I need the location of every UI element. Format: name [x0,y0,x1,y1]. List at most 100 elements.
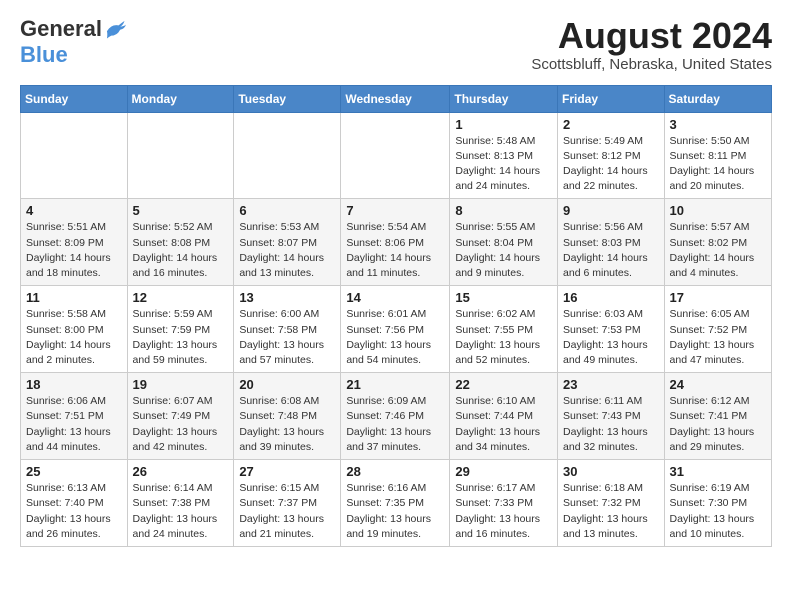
weekday-header-cell: Tuesday [234,85,341,112]
day-number: 21 [346,377,444,392]
calendar-day-cell: 30 Sunrise: 6:18 AMSunset: 7:32 PMDayligh… [558,460,665,547]
day-info: Sunrise: 6:16 AMSunset: 7:35 PMDaylight:… [346,481,444,542]
calendar-day-cell: 15 Sunrise: 6:02 AMSunset: 7:55 PMDayligh… [450,286,558,373]
calendar-day-cell: 5Sunrise: 5:52 AMSunset: 8:08 PMDaylight… [127,199,234,286]
day-info: Sunrise: 6:14 AMSunset: 7:38 PMDaylight:… [133,481,229,542]
day-number: 6 [239,203,335,218]
day-info: Sunrise: 6:02 AMSunset: 7:55 PMDaylight:… [455,307,552,368]
day-info: Sunrise: 5:51 AMSunset: 8:09 PMDaylight:… [26,220,122,281]
calendar-day-cell: 8 Sunrise: 5:55 AMSunset: 8:04 PMDaylight… [450,199,558,286]
day-info: Sunrise: 6:12 AMSunset: 7:41 PMDaylight:… [670,394,766,455]
day-info: Sunrise: 5:57 AMSunset: 8:02 PMDaylight:… [670,220,766,281]
day-number: 23 [563,377,659,392]
calendar-day-cell: 27 Sunrise: 6:15 AMSunset: 7:37 PMDayligh… [234,460,341,547]
calendar-day-cell: 20 Sunrise: 6:08 AMSunset: 7:48 PMDayligh… [234,373,341,460]
calendar-day-cell [341,112,450,199]
day-number: 2 [563,117,659,132]
calendar-day-cell: 26 Sunrise: 6:14 AMSunset: 7:38 PMDayligh… [127,460,234,547]
day-number: 27 [239,464,335,479]
calendar-day-cell: 29 Sunrise: 6:17 AMSunset: 7:33 PMDayligh… [450,460,558,547]
day-number: 16 [563,290,659,305]
calendar-day-cell: 28 Sunrise: 6:16 AMSunset: 7:35 PMDayligh… [341,460,450,547]
day-number: 15 [455,290,552,305]
day-info: Sunrise: 5:56 AMSunset: 8:03 PMDaylight:… [563,220,659,281]
calendar-day-cell: 21 Sunrise: 6:09 AMSunset: 7:46 PMDayligh… [341,373,450,460]
day-number: 17 [670,290,766,305]
calendar-day-cell: 6 Sunrise: 5:53 AMSunset: 8:07 PMDaylight… [234,199,341,286]
calendar-week-row: 11 Sunrise: 5:58 AMSunset: 8:00 PMDayligh… [21,286,772,373]
day-info: Sunrise: 5:48 AMSunset: 8:13 PMDaylight:… [455,134,552,195]
calendar-day-cell: 23 Sunrise: 6:11 AMSunset: 7:43 PMDayligh… [558,373,665,460]
weekday-header-cell: Friday [558,85,665,112]
day-number: 30 [563,464,659,479]
day-info: Sunrise: 6:11 AMSunset: 7:43 PMDaylight:… [563,394,659,455]
calendar-day-cell: 9 Sunrise: 5:56 AMSunset: 8:03 PMDaylight… [558,199,665,286]
day-info: Sunrise: 6:17 AMSunset: 7:33 PMDaylight:… [455,481,552,542]
day-info: Sunrise: 6:07 AMSunset: 7:49 PMDaylight:… [133,394,229,455]
calendar-week-row: 25 Sunrise: 6:13 AMSunset: 7:40 PMDayligh… [21,460,772,547]
day-info: Sunrise: 6:09 AMSunset: 7:46 PMDaylight:… [346,394,444,455]
logo: General Blue [20,16,126,68]
day-number: 10 [670,203,766,218]
day-number: 29 [455,464,552,479]
header: General Blue August 2024 Scottsbluff, Ne… [20,16,772,73]
day-info: Sunrise: 6:00 AMSunset: 7:58 PMDaylight:… [239,307,335,368]
day-number: 22 [455,377,552,392]
day-number: 13 [239,290,335,305]
weekday-header-cell: Wednesday [341,85,450,112]
calendar-day-cell: 31Sunrise: 6:19 AMSunset: 7:30 PMDayligh… [664,460,771,547]
weekday-header-cell: Monday [127,85,234,112]
title-area: August 2024 Scottsbluff, Nebraska, Unite… [531,16,772,73]
day-number: 28 [346,464,444,479]
day-number: 8 [455,203,552,218]
day-info: Sunrise: 6:01 AMSunset: 7:56 PMDaylight:… [346,307,444,368]
calendar-day-cell [127,112,234,199]
day-info: Sunrise: 5:49 AMSunset: 8:12 PMDaylight:… [563,134,659,195]
day-info: Sunrise: 5:59 AMSunset: 7:59 PMDaylight:… [133,307,229,368]
calendar-day-cell [234,112,341,199]
calendar-week-row: 18Sunrise: 6:06 AMSunset: 7:51 PMDayligh… [21,373,772,460]
day-info: Sunrise: 5:50 AMSunset: 8:11 PMDaylight:… [670,134,766,195]
calendar-day-cell: 11 Sunrise: 5:58 AMSunset: 8:00 PMDayligh… [21,286,128,373]
logo-blue-text: Blue [20,42,68,68]
weekday-header-row: SundayMondayTuesdayWednesdayThursdayFrid… [21,85,772,112]
day-number: 5 [133,203,229,218]
calendar-day-cell: 12 Sunrise: 5:59 AMSunset: 7:59 PMDayligh… [127,286,234,373]
day-number: 19 [133,377,229,392]
calendar-day-cell: 2 Sunrise: 5:49 AMSunset: 8:12 PMDaylight… [558,112,665,199]
calendar-day-cell: 18Sunrise: 6:06 AMSunset: 7:51 PMDayligh… [21,373,128,460]
day-number: 1 [455,117,552,132]
day-info: Sunrise: 5:53 AMSunset: 8:07 PMDaylight:… [239,220,335,281]
day-number: 20 [239,377,335,392]
calendar-day-cell: 7Sunrise: 5:54 AMSunset: 8:06 PMDaylight… [341,199,450,286]
calendar-week-row: 1 Sunrise: 5:48 AMSunset: 8:13 PMDaylight… [21,112,772,199]
day-number: 25 [26,464,122,479]
day-number: 12 [133,290,229,305]
logo-bird-icon [104,18,126,40]
calendar-day-cell: 17 Sunrise: 6:05 AMSunset: 7:52 PMDayligh… [664,286,771,373]
calendar-day-cell: 10 Sunrise: 5:57 AMSunset: 8:02 PMDayligh… [664,199,771,286]
day-info: Sunrise: 6:18 AMSunset: 7:32 PMDaylight:… [563,481,659,542]
logo-general-text: General [20,16,102,42]
day-info: Sunrise: 6:15 AMSunset: 7:37 PMDaylight:… [239,481,335,542]
day-info: Sunrise: 6:05 AMSunset: 7:52 PMDaylight:… [670,307,766,368]
day-info: Sunrise: 6:13 AMSunset: 7:40 PMDaylight:… [26,481,122,542]
day-info: Sunrise: 6:08 AMSunset: 7:48 PMDaylight:… [239,394,335,455]
weekday-header-cell: Saturday [664,85,771,112]
day-number: 26 [133,464,229,479]
day-info: Sunrise: 6:19 AMSunset: 7:30 PMDaylight:… [670,481,766,542]
day-number: 4 [26,203,122,218]
weekday-header-cell: Sunday [21,85,128,112]
location-title: Scottsbluff, Nebraska, United States [531,56,772,73]
day-info: Sunrise: 6:03 AMSunset: 7:53 PMDaylight:… [563,307,659,368]
day-info: Sunrise: 5:54 AMSunset: 8:06 PMDaylight:… [346,220,444,281]
calendar-week-row: 4 Sunrise: 5:51 AMSunset: 8:09 PMDaylight… [21,199,772,286]
calendar-day-cell: 22Sunrise: 6:10 AMSunset: 7:44 PMDayligh… [450,373,558,460]
day-number: 24 [670,377,766,392]
calendar-day-cell: 16 Sunrise: 6:03 AMSunset: 7:53 PMDayligh… [558,286,665,373]
day-number: 9 [563,203,659,218]
day-number: 14 [346,290,444,305]
day-number: 11 [26,290,122,305]
day-info: Sunrise: 5:58 AMSunset: 8:00 PMDaylight:… [26,307,122,368]
day-info: Sunrise: 5:55 AMSunset: 8:04 PMDaylight:… [455,220,552,281]
